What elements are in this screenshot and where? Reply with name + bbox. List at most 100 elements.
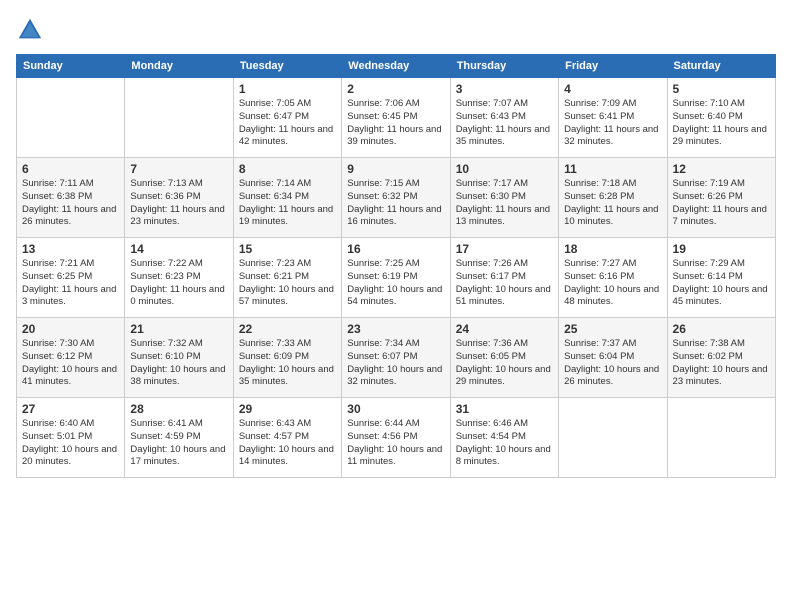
- day-detail: Sunrise: 7:27 AM Sunset: 6:16 PM Dayligh…: [564, 258, 661, 309]
- day-number: 6: [22, 162, 119, 176]
- day-header-tuesday: Tuesday: [233, 55, 341, 78]
- calendar-week-row: 1Sunrise: 7:05 AM Sunset: 6:47 PM Daylig…: [17, 78, 776, 158]
- day-detail: Sunrise: 7:15 AM Sunset: 6:32 PM Dayligh…: [347, 178, 444, 229]
- day-detail: Sunrise: 7:25 AM Sunset: 6:19 PM Dayligh…: [347, 258, 444, 309]
- calendar-cell: 8 Sunrise: 7:14 AM Sunset: 6:34 PM Daylig…: [233, 158, 341, 238]
- logo: [16, 16, 48, 44]
- day-detail: Sunrise: 7:11 AM Sunset: 6:38 PM Dayligh…: [22, 178, 119, 229]
- calendar-cell: 28 Sunrise: 6:41 AM Sunset: 4:59 PM Dayli…: [125, 398, 233, 478]
- calendar-cell: 21 Sunrise: 7:32 AM Sunset: 6:10 PM Dayli…: [125, 318, 233, 398]
- day-detail: Sunrise: 6:44 AM Sunset: 4:56 PM Dayligh…: [347, 418, 444, 469]
- calendar-cell: 12 Sunrise: 7:19 AM Sunset: 6:26 PM Dayli…: [667, 158, 775, 238]
- day-header-sunday: Sunday: [17, 55, 125, 78]
- calendar-cell: 5 Sunrise: 7:10 AM Sunset: 6:40 PM Daylig…: [667, 78, 775, 158]
- day-number: 19: [673, 242, 770, 256]
- calendar-cell: [559, 398, 667, 478]
- calendar-header-row: SundayMondayTuesdayWednesdayThursdayFrid…: [17, 55, 776, 78]
- day-number: 13: [22, 242, 119, 256]
- day-detail: Sunrise: 7:26 AM Sunset: 6:17 PM Dayligh…: [456, 258, 553, 309]
- day-detail: Sunrise: 6:41 AM Sunset: 4:59 PM Dayligh…: [130, 418, 227, 469]
- day-detail: Sunrise: 7:23 AM Sunset: 6:21 PM Dayligh…: [239, 258, 336, 309]
- calendar-cell: 10 Sunrise: 7:17 AM Sunset: 6:30 PM Dayli…: [450, 158, 558, 238]
- calendar-cell: 4 Sunrise: 7:09 AM Sunset: 6:41 PM Daylig…: [559, 78, 667, 158]
- calendar-cell: 25 Sunrise: 7:37 AM Sunset: 6:04 PM Dayli…: [559, 318, 667, 398]
- day-detail: Sunrise: 7:13 AM Sunset: 6:36 PM Dayligh…: [130, 178, 227, 229]
- calendar-cell: 30 Sunrise: 6:44 AM Sunset: 4:56 PM Dayli…: [342, 398, 450, 478]
- day-header-friday: Friday: [559, 55, 667, 78]
- day-detail: Sunrise: 7:21 AM Sunset: 6:25 PM Dayligh…: [22, 258, 119, 309]
- day-detail: Sunrise: 6:40 AM Sunset: 5:01 PM Dayligh…: [22, 418, 119, 469]
- calendar-cell: 15 Sunrise: 7:23 AM Sunset: 6:21 PM Dayli…: [233, 238, 341, 318]
- day-header-wednesday: Wednesday: [342, 55, 450, 78]
- day-detail: Sunrise: 7:06 AM Sunset: 6:45 PM Dayligh…: [347, 98, 444, 149]
- day-number: 28: [130, 402, 227, 416]
- day-number: 8: [239, 162, 336, 176]
- day-number: 25: [564, 322, 661, 336]
- day-number: 7: [130, 162, 227, 176]
- day-detail: Sunrise: 7:07 AM Sunset: 6:43 PM Dayligh…: [456, 98, 553, 149]
- day-number: 3: [456, 82, 553, 96]
- day-number: 11: [564, 162, 661, 176]
- day-detail: Sunrise: 7:17 AM Sunset: 6:30 PM Dayligh…: [456, 178, 553, 229]
- day-number: 24: [456, 322, 553, 336]
- day-detail: Sunrise: 7:34 AM Sunset: 6:07 PM Dayligh…: [347, 338, 444, 389]
- calendar-week-row: 6 Sunrise: 7:11 AM Sunset: 6:38 PM Daylig…: [17, 158, 776, 238]
- day-number: 5: [673, 82, 770, 96]
- calendar-cell: 26Sunrise: 7:38 AM Sunset: 6:02 PM Dayli…: [667, 318, 775, 398]
- calendar-cell: 9 Sunrise: 7:15 AM Sunset: 6:32 PM Daylig…: [342, 158, 450, 238]
- calendar-week-row: 13 Sunrise: 7:21 AM Sunset: 6:25 PM Dayli…: [17, 238, 776, 318]
- logo-icon: [16, 16, 44, 44]
- day-number: 21: [130, 322, 227, 336]
- day-number: 27: [22, 402, 119, 416]
- day-number: 17: [456, 242, 553, 256]
- day-detail: Sunrise: 7:32 AM Sunset: 6:10 PM Dayligh…: [130, 338, 227, 389]
- day-number: 14: [130, 242, 227, 256]
- calendar-cell: 11 Sunrise: 7:18 AM Sunset: 6:28 PM Dayli…: [559, 158, 667, 238]
- calendar-cell: 31Sunrise: 6:46 AM Sunset: 4:54 PM Dayli…: [450, 398, 558, 478]
- calendar-week-row: 20Sunrise: 7:30 AM Sunset: 6:12 PM Dayli…: [17, 318, 776, 398]
- calendar-cell: 13 Sunrise: 7:21 AM Sunset: 6:25 PM Dayli…: [17, 238, 125, 318]
- calendar-cell: 20Sunrise: 7:30 AM Sunset: 6:12 PM Dayli…: [17, 318, 125, 398]
- calendar-cell: 19 Sunrise: 7:29 AM Sunset: 6:14 PM Dayli…: [667, 238, 775, 318]
- day-header-thursday: Thursday: [450, 55, 558, 78]
- day-number: 15: [239, 242, 336, 256]
- day-detail: Sunrise: 7:29 AM Sunset: 6:14 PM Dayligh…: [673, 258, 770, 309]
- calendar-cell: [667, 398, 775, 478]
- calendar-cell: 24 Sunrise: 7:36 AM Sunset: 6:05 PM Dayli…: [450, 318, 558, 398]
- day-number: 10: [456, 162, 553, 176]
- calendar-cell: 17 Sunrise: 7:26 AM Sunset: 6:17 PM Dayli…: [450, 238, 558, 318]
- day-detail: Sunrise: 7:33 AM Sunset: 6:09 PM Dayligh…: [239, 338, 336, 389]
- calendar-cell: 18 Sunrise: 7:27 AM Sunset: 6:16 PM Dayli…: [559, 238, 667, 318]
- day-detail: Sunrise: 7:37 AM Sunset: 6:04 PM Dayligh…: [564, 338, 661, 389]
- day-detail: Sunrise: 7:18 AM Sunset: 6:28 PM Dayligh…: [564, 178, 661, 229]
- day-detail: Sunrise: 7:10 AM Sunset: 6:40 PM Dayligh…: [673, 98, 770, 149]
- calendar-cell: 29Sunrise: 6:43 AM Sunset: 4:57 PM Dayli…: [233, 398, 341, 478]
- day-detail: Sunrise: 7:19 AM Sunset: 6:26 PM Dayligh…: [673, 178, 770, 229]
- day-detail: Sunrise: 7:38 AM Sunset: 6:02 PM Dayligh…: [673, 338, 770, 389]
- day-detail: Sunrise: 7:09 AM Sunset: 6:41 PM Dayligh…: [564, 98, 661, 149]
- day-number: 12: [673, 162, 770, 176]
- day-number: 20: [22, 322, 119, 336]
- calendar-cell: 14Sunrise: 7:22 AM Sunset: 6:23 PM Dayli…: [125, 238, 233, 318]
- day-number: 18: [564, 242, 661, 256]
- day-number: 23: [347, 322, 444, 336]
- calendar-cell: 1Sunrise: 7:05 AM Sunset: 6:47 PM Daylig…: [233, 78, 341, 158]
- day-number: 9: [347, 162, 444, 176]
- day-detail: Sunrise: 7:14 AM Sunset: 6:34 PM Dayligh…: [239, 178, 336, 229]
- day-number: 31: [456, 402, 553, 416]
- calendar-cell: 3 Sunrise: 7:07 AM Sunset: 6:43 PM Daylig…: [450, 78, 558, 158]
- day-number: 30: [347, 402, 444, 416]
- day-detail: Sunrise: 6:43 AM Sunset: 4:57 PM Dayligh…: [239, 418, 336, 469]
- day-detail: Sunrise: 7:05 AM Sunset: 6:47 PM Dayligh…: [239, 98, 336, 149]
- calendar-week-row: 27 Sunrise: 6:40 AM Sunset: 5:01 PM Dayli…: [17, 398, 776, 478]
- calendar-cell: 16 Sunrise: 7:25 AM Sunset: 6:19 PM Dayli…: [342, 238, 450, 318]
- calendar-cell: 7 Sunrise: 7:13 AM Sunset: 6:36 PM Daylig…: [125, 158, 233, 238]
- day-detail: Sunrise: 7:36 AM Sunset: 6:05 PM Dayligh…: [456, 338, 553, 389]
- calendar-cell: [17, 78, 125, 158]
- day-number: 16: [347, 242, 444, 256]
- day-number: 22: [239, 322, 336, 336]
- day-number: 4: [564, 82, 661, 96]
- day-number: 2: [347, 82, 444, 96]
- day-header-saturday: Saturday: [667, 55, 775, 78]
- day-header-monday: Monday: [125, 55, 233, 78]
